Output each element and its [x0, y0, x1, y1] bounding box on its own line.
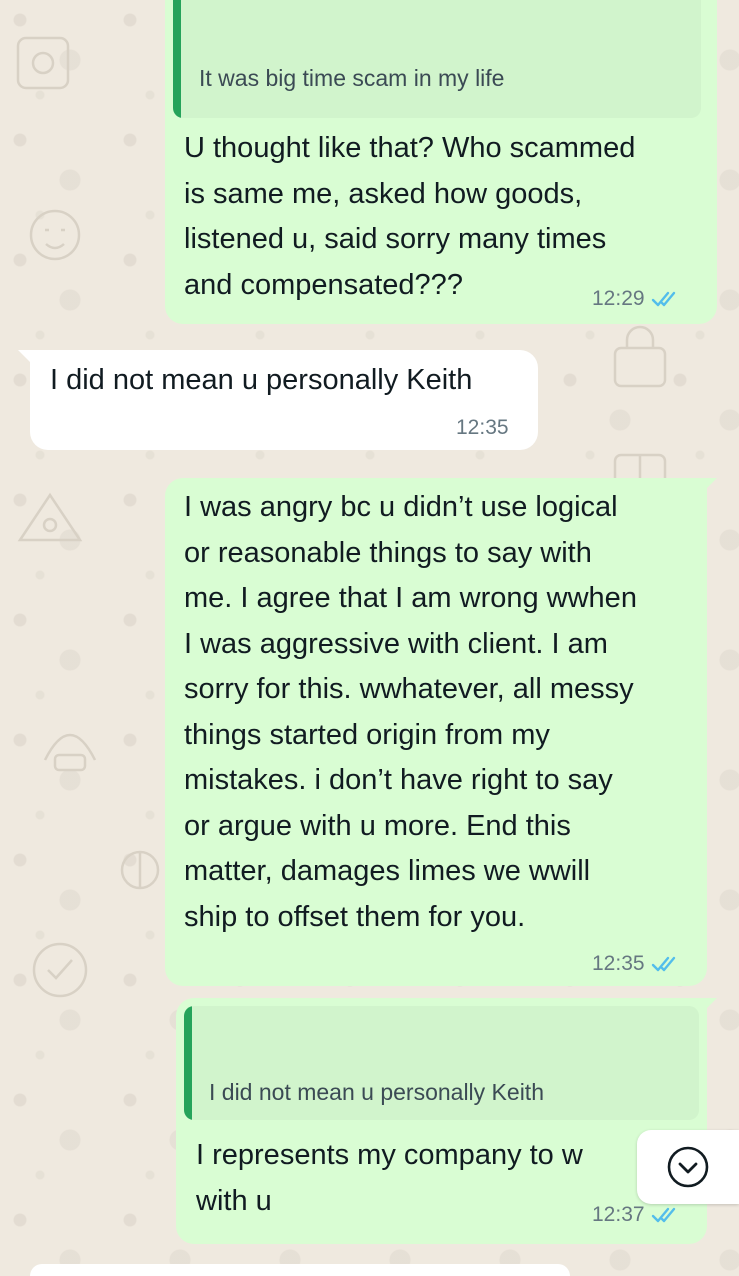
message-text: U thought like that? Who scammed is same… [184, 132, 636, 301]
quote-accent-bar [184, 1006, 192, 1120]
message-text: I was angry bc u didn’t use logical or r… [184, 491, 637, 933]
wallpaper-doodle-icon [120, 850, 160, 890]
message-bubble-outgoing[interactable]: I did not mean u personally Keith I repr… [176, 998, 707, 1244]
message-bubble-outgoing[interactable]: It was big time scam in my life U though… [165, 0, 717, 324]
read-receipt-icon [651, 1207, 675, 1223]
message-text: I did not mean u personally Keith [50, 364, 473, 396]
message-time: 12:35 [456, 416, 509, 439]
quoted-message-text: I did not mean u personally Keith [209, 1079, 544, 1105]
quoted-message[interactable]: It was big time scam in my life [173, 0, 701, 118]
read-receipt-icon [651, 291, 675, 307]
message-text: I represents my company to w with u [196, 1139, 583, 1217]
message-time: 12:29 [592, 287, 645, 310]
wallpaper-doodle-icon [32, 942, 88, 998]
message-bubble-incoming[interactable]: I did not mean u personally Keith 12:35 [30, 350, 538, 450]
message-meta: 12:29 [592, 287, 679, 311]
quote-accent-bar [173, 0, 181, 118]
message-time: 12:37 [592, 1203, 645, 1226]
scroll-to-bottom-button[interactable] [637, 1130, 739, 1204]
message-bubble-outgoing[interactable]: I was angry bc u didn’t use logical or r… [165, 478, 707, 986]
wallpaper-doodle-icon [43, 733, 97, 772]
wallpaper-doodle-icon [17, 492, 83, 542]
wallpaper-doodle-icon [29, 209, 81, 261]
chevron-down-circle-icon [667, 1146, 709, 1188]
wallpaper-doodle-icon [613, 325, 667, 388]
message-time: 12:35 [592, 952, 645, 975]
quoted-message[interactable]: I did not mean u personally Keith [184, 1006, 699, 1120]
quoted-message-text: It was big time scam in my life [199, 65, 505, 91]
wallpaper-doodle-icon [16, 36, 70, 90]
message-meta: 12:35 [592, 952, 679, 976]
message-meta: 12:37 [592, 1203, 679, 1227]
read-receipt-icon [651, 956, 675, 972]
message-bubble-incoming-partial[interactable] [30, 1264, 570, 1276]
message-meta: 12:35 [456, 416, 509, 440]
